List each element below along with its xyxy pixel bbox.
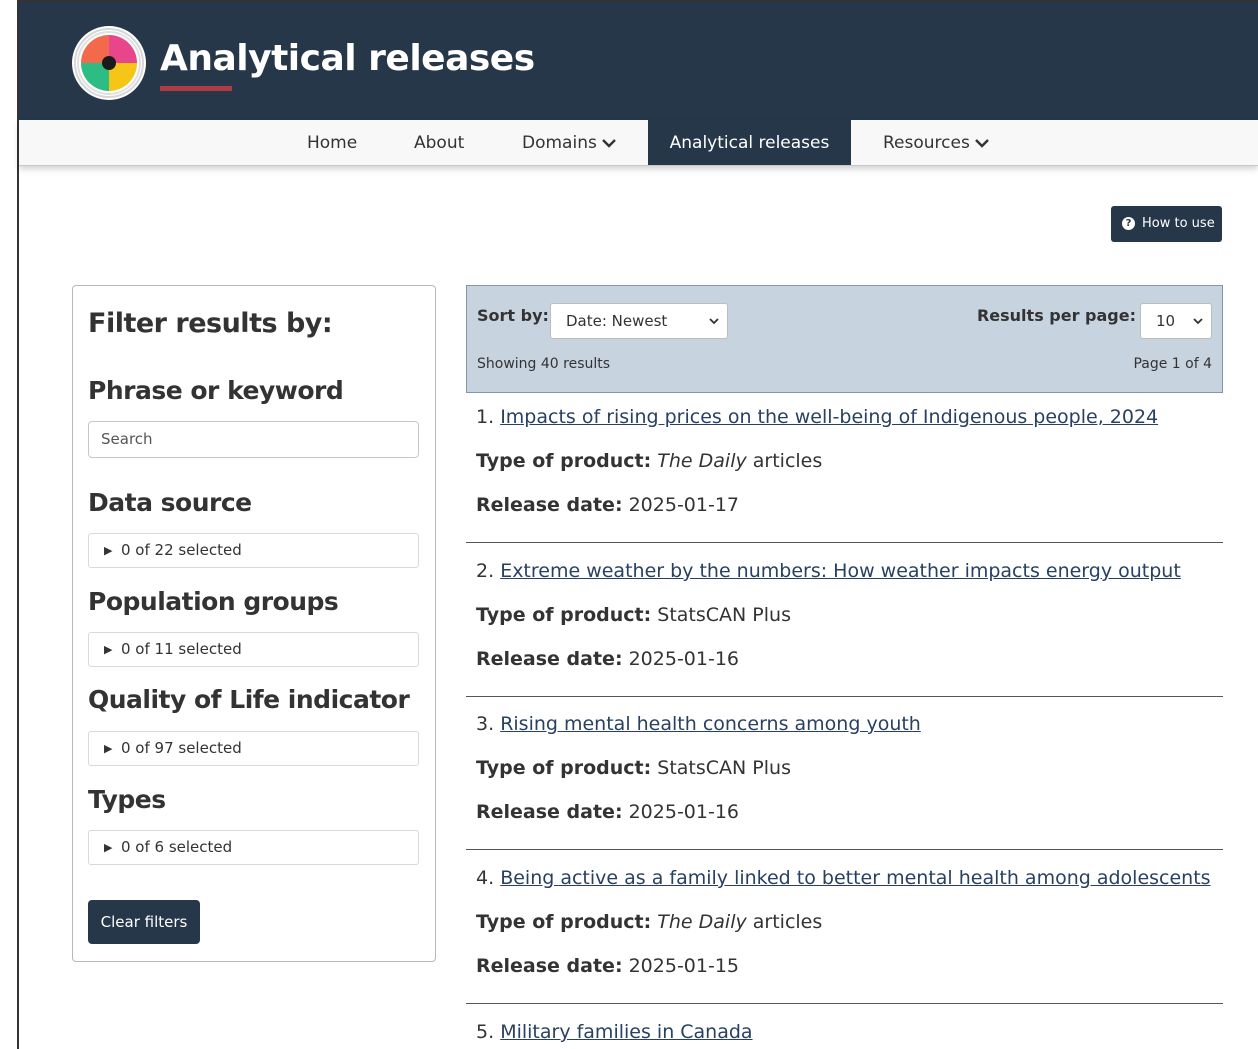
date-value: 2025-01-17 — [628, 494, 740, 516]
result-date: Release date: 2025-01-16 — [476, 801, 739, 823]
type-value: StatsCAN Plus — [657, 604, 791, 626]
main-nav: Home About Domains Analytical releases R… — [19, 120, 1258, 166]
result-link[interactable]: Rising mental health concerns among yout… — [500, 713, 921, 735]
result-divider — [466, 1003, 1223, 1004]
nav-analytical-releases-label: Analytical releases — [669, 133, 830, 153]
date-value: 2025-01-16 — [628, 648, 740, 670]
results-toolbar: Sort by: Date: Newest Results per page: … — [466, 285, 1223, 393]
population-heading: Population groups — [88, 587, 339, 616]
filter-panel: Filter results by: Phrase or keyword Dat… — [72, 285, 436, 962]
title-underline — [160, 86, 232, 91]
date-value: 2025-01-15 — [628, 955, 740, 977]
result-title: 3. Rising mental health concerns among y… — [476, 713, 921, 735]
types-dropdown[interactable]: ▶ 0 of 6 selected — [88, 830, 419, 865]
question-circle-icon: ? — [1122, 217, 1135, 230]
clear-filters-button[interactable]: Clear filters — [88, 900, 200, 944]
result-number: 3. — [476, 713, 495, 735]
logo-wheel-icon — [74, 28, 144, 98]
per-page-label: Results per page: — [976, 306, 1136, 325]
result-type: Type of product: StatsCAN Plus — [476, 604, 791, 626]
result-number: 5. — [476, 1021, 495, 1043]
nav-domains-label: Domains — [522, 133, 597, 153]
date-value: 2025-01-16 — [628, 801, 740, 823]
type-label: Type of product: — [476, 911, 652, 933]
how-to-use-button[interactable]: ? How to use — [1111, 206, 1222, 242]
result-type: Type of product: StatsCAN Plus — [476, 757, 791, 779]
types-selected: 0 of 6 selected — [121, 838, 233, 856]
site-logo[interactable] — [72, 26, 146, 100]
triangle-right-icon: ▶ — [104, 742, 113, 755]
result-number: 1. — [476, 406, 495, 428]
nav-analytical-releases[interactable]: Analytical releases — [648, 120, 851, 165]
sort-label: Sort by: — [477, 306, 549, 325]
type-emphasis: The Daily — [657, 450, 747, 472]
type-value: articles — [746, 450, 823, 472]
search-field — [88, 421, 419, 458]
result-number: 4. — [476, 867, 495, 889]
result-divider — [466, 849, 1223, 850]
nav-about[interactable]: About — [414, 120, 464, 165]
result-date: Release date: 2025-01-16 — [476, 648, 739, 670]
type-value: articles — [746, 911, 823, 933]
nav-resources[interactable]: Resources — [883, 120, 990, 165]
nav-about-label: About — [414, 133, 465, 153]
sort-select[interactable]: Date: Newest — [550, 303, 728, 339]
nav-home[interactable]: Home — [307, 120, 357, 165]
type-label: Type of product: — [476, 604, 652, 626]
result-title: 2. Extreme weather by the numbers: How w… — [476, 560, 1181, 582]
type-label: Type of product: — [476, 450, 652, 472]
date-label: Release date: — [476, 801, 623, 823]
result-title: 5. Military families in Canada — [476, 1021, 753, 1043]
results-count: Showing 40 results — [477, 356, 611, 372]
per-page-select[interactable]: 10 — [1140, 303, 1212, 339]
per-page-value: 10 — [1156, 312, 1176, 330]
population-dropdown[interactable]: ▶ 0 of 11 selected — [88, 632, 419, 667]
chevron-down-icon — [709, 318, 719, 325]
chevron-down-icon — [974, 139, 989, 148]
type-value: StatsCAN Plus — [657, 757, 791, 779]
result-title: 4. Being active as a family linked to be… — [476, 867, 1211, 889]
chevron-down-icon — [601, 139, 616, 148]
result-link[interactable]: Military families in Canada — [500, 1021, 752, 1043]
type-emphasis: The Daily — [657, 911, 747, 933]
phrase-heading: Phrase or keyword — [88, 376, 344, 405]
triangle-right-icon: ▶ — [104, 643, 113, 656]
result-type: Type of product: The Daily articles — [476, 450, 822, 472]
triangle-right-icon: ▶ — [104, 544, 113, 557]
page-title: Analytical releases — [160, 38, 535, 79]
sort-value: Date: Newest — [566, 312, 668, 330]
result-number: 2. — [476, 560, 495, 582]
search-input[interactable] — [89, 422, 413, 455]
result-divider — [466, 696, 1223, 697]
result-link[interactable]: Being active as a family linked to bette… — [500, 867, 1210, 889]
data-source-heading: Data source — [88, 488, 252, 517]
population-selected: 0 of 11 selected — [121, 640, 242, 658]
qol-dropdown[interactable]: ▶ 0 of 97 selected — [88, 731, 419, 766]
result-date: Release date: 2025-01-15 — [476, 955, 739, 977]
qol-selected: 0 of 97 selected — [121, 739, 242, 757]
result-type: Type of product: The Daily articles — [476, 911, 822, 933]
result-link[interactable]: Impacts of rising prices on the well-bei… — [500, 406, 1158, 428]
nav-home-label: Home — [307, 133, 358, 153]
filter-title: Filter results by: — [88, 308, 333, 339]
chevron-down-icon — [1193, 318, 1203, 325]
result-date: Release date: 2025-01-17 — [476, 494, 739, 516]
data-source-dropdown[interactable]: ▶ 0 of 22 selected — [88, 533, 419, 568]
date-label: Release date: — [476, 494, 623, 516]
qol-heading: Quality of Life indicator — [88, 685, 410, 714]
types-heading: Types — [88, 785, 166, 814]
result-link[interactable]: Extreme weather by the numbers: How weat… — [500, 560, 1181, 582]
nav-domains[interactable]: Domains — [522, 120, 617, 165]
result-divider — [466, 542, 1223, 543]
page-indicator: Page 1 of 4 — [1133, 356, 1212, 372]
nav-resources-label: Resources — [883, 133, 970, 153]
triangle-right-icon: ▶ — [104, 841, 113, 854]
how-to-use-label: How to use — [1142, 216, 1215, 231]
date-label: Release date: — [476, 648, 623, 670]
date-label: Release date: — [476, 955, 623, 977]
type-label: Type of product: — [476, 757, 652, 779]
site-header: Analytical releases — [19, 2, 1258, 120]
result-title: 1. Impacts of rising prices on the well-… — [476, 406, 1158, 428]
data-source-selected: 0 of 22 selected — [121, 541, 242, 559]
